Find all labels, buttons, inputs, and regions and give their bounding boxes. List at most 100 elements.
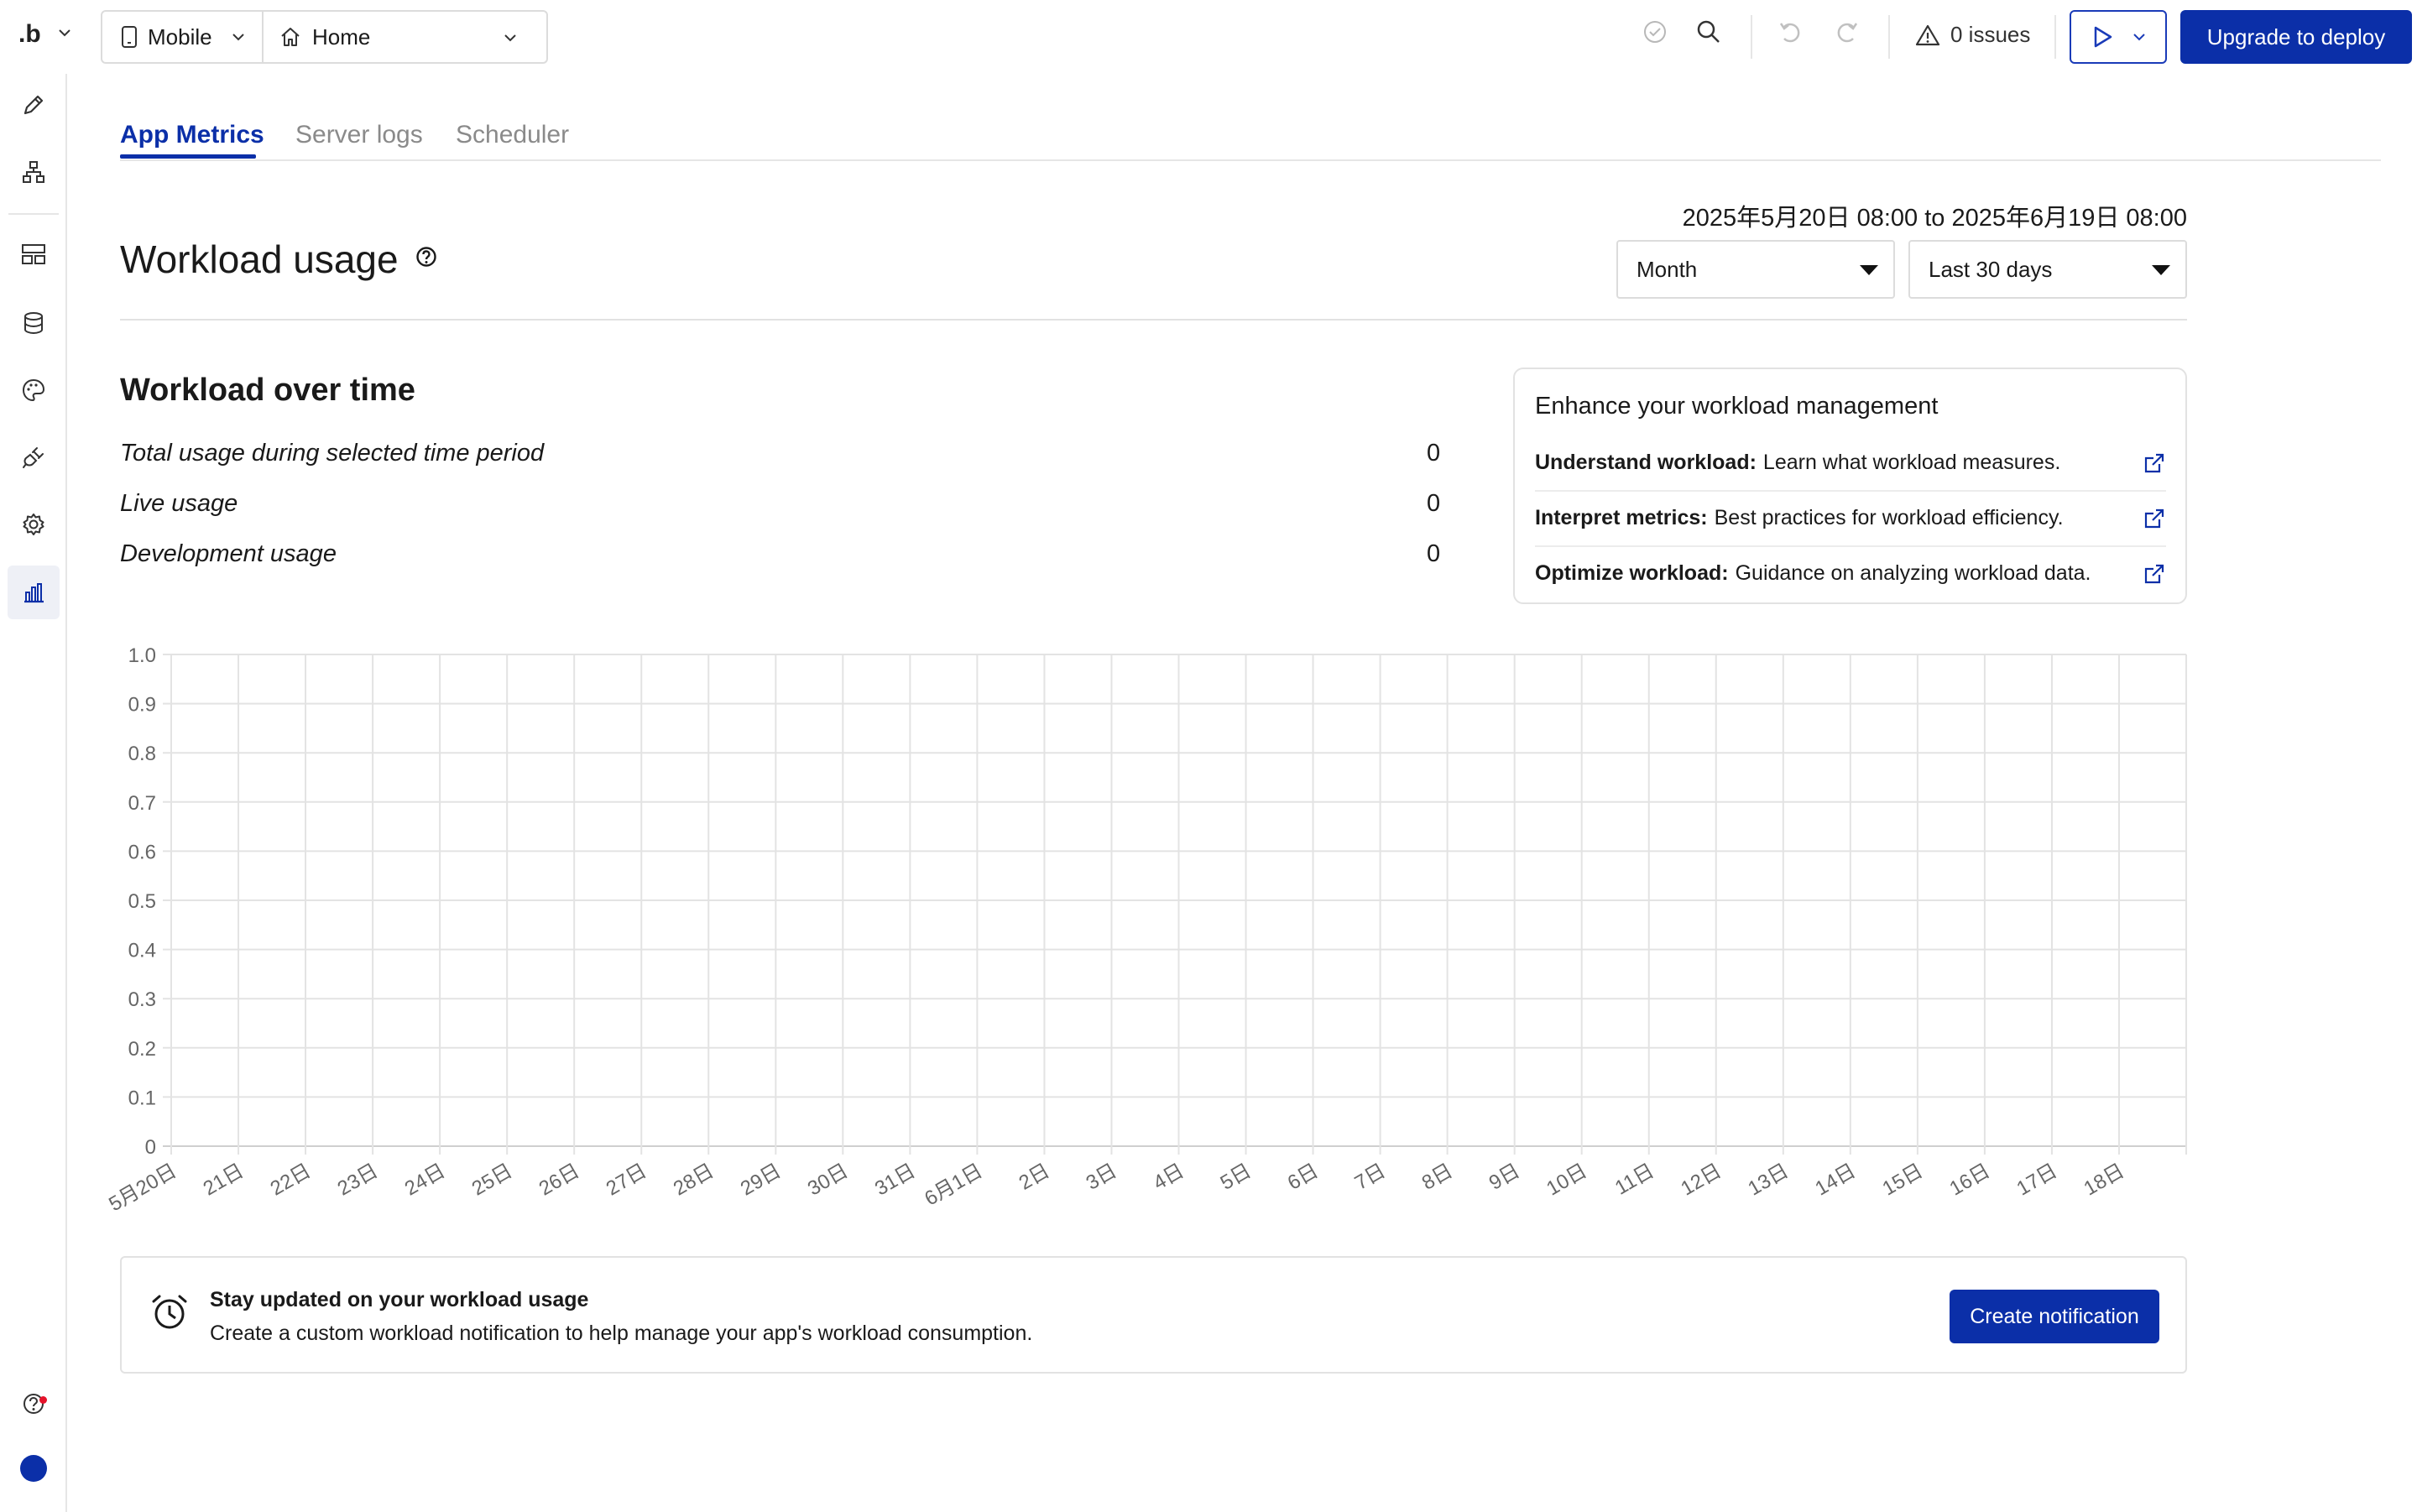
metrics-tabs: App Metrics Server logs Scheduler bbox=[120, 117, 2381, 161]
resource-link-optimize[interactable]: Optimize workload: Guidance on analyzing… bbox=[1535, 545, 2166, 601]
help-circle-icon[interactable] bbox=[415, 245, 438, 273]
external-link-icon[interactable] bbox=[2143, 451, 2166, 481]
link-bold: Interpret metrics: bbox=[1535, 505, 1708, 529]
page-label: Home bbox=[312, 23, 371, 50]
x-tick-label: 8日 bbox=[1418, 1160, 1457, 1195]
y-tick-label: 0.8 bbox=[128, 743, 156, 765]
top-bar: .b Mobile Home 0 issues Upgrade to deplo… bbox=[0, 0, 2417, 74]
pencil-icon[interactable] bbox=[18, 89, 50, 121]
x-tick-label: 27日 bbox=[603, 1160, 650, 1201]
preview-button[interactable] bbox=[2070, 10, 2167, 64]
y-tick-label: 0.7 bbox=[128, 792, 156, 815]
chevron-down-icon bbox=[232, 34, 244, 41]
chevron-down-icon[interactable] bbox=[57, 25, 72, 44]
x-tick-label: 12日 bbox=[1677, 1160, 1725, 1201]
home-icon bbox=[281, 28, 300, 46]
x-tick-label: 13日 bbox=[1744, 1160, 1792, 1201]
x-tick-label: 9日 bbox=[1485, 1160, 1524, 1195]
toolbar-divider bbox=[2054, 15, 2056, 59]
redo-icon[interactable] bbox=[1833, 18, 1860, 50]
x-tick-label: 16日 bbox=[1945, 1160, 1993, 1201]
layout-icon[interactable] bbox=[18, 238, 50, 270]
chevron-down-icon bbox=[504, 34, 516, 42]
link-bold: Understand workload: bbox=[1535, 450, 1757, 474]
external-link-icon[interactable] bbox=[2143, 507, 2166, 536]
plugin-icon[interactable] bbox=[18, 441, 50, 473]
x-tick-label: 23日 bbox=[334, 1160, 382, 1201]
card-title: Enhance your workload management bbox=[1535, 393, 1939, 420]
tab-app-metrics[interactable]: App Metrics bbox=[120, 121, 264, 149]
tab-scheduler[interactable]: Scheduler bbox=[456, 121, 569, 149]
x-tick-label: 3日 bbox=[1083, 1160, 1121, 1195]
x-tick-label: 4日 bbox=[1150, 1160, 1188, 1195]
x-tick-label: 28日 bbox=[670, 1160, 718, 1201]
warning-icon bbox=[1915, 24, 1940, 45]
x-tick-label: 31日 bbox=[871, 1160, 919, 1201]
external-link-icon[interactable] bbox=[2143, 562, 2166, 592]
stat-label-development: Development usage bbox=[120, 540, 337, 567]
x-tick-label: 5日 bbox=[1217, 1160, 1255, 1195]
x-tick-label: 11日 bbox=[1611, 1160, 1658, 1200]
sitemap-icon[interactable] bbox=[18, 156, 50, 188]
alarm-clock-icon bbox=[150, 1293, 189, 1336]
x-tick-label: 25日 bbox=[468, 1160, 516, 1201]
stat-label-total: Total usage during selected time period bbox=[120, 440, 545, 467]
avatar[interactable] bbox=[20, 1455, 47, 1482]
mobile-icon bbox=[122, 26, 137, 48]
page-dropdown[interactable]: Home bbox=[264, 12, 546, 62]
gear-icon[interactable] bbox=[18, 508, 50, 540]
x-tick-label: 24日 bbox=[401, 1160, 449, 1201]
x-tick-label: 18日 bbox=[2080, 1160, 2128, 1201]
upgrade-to-deploy-button[interactable]: Upgrade to deploy bbox=[2180, 10, 2412, 64]
undo-icon[interactable] bbox=[1778, 18, 1804, 50]
help-circle-icon[interactable] bbox=[18, 1388, 50, 1420]
database-icon[interactable] bbox=[18, 307, 50, 339]
app-logo[interactable]: .b bbox=[18, 20, 41, 49]
link-bold: Optimize workload: bbox=[1535, 560, 1729, 585]
granularity-value: Month bbox=[1637, 256, 1698, 282]
notification-dot bbox=[39, 1396, 47, 1404]
tab-server-logs[interactable]: Server logs bbox=[295, 121, 423, 149]
left-sidebar bbox=[0, 74, 67, 1512]
play-icon bbox=[2094, 26, 2112, 48]
toolbar-divider bbox=[1888, 15, 1890, 59]
link-text: Learn what workload measures. bbox=[1762, 450, 2061, 474]
x-tick-label: 30日 bbox=[804, 1160, 852, 1201]
y-tick-label: 0.5 bbox=[128, 890, 156, 913]
header-divider bbox=[120, 319, 2187, 321]
y-tick-label: 0.2 bbox=[128, 1038, 156, 1061]
y-tick-label: 0.9 bbox=[128, 694, 156, 717]
device-label: Mobile bbox=[148, 23, 212, 50]
granularity-dropdown[interactable]: Month bbox=[1616, 240, 1895, 299]
create-notification-button[interactable]: Create notification bbox=[1950, 1290, 2159, 1343]
resource-link-understand[interactable]: Understand workload: Learn what workload… bbox=[1535, 435, 2166, 490]
link-text: Guidance on analyzing workload data. bbox=[1735, 560, 2091, 585]
check-circle-icon[interactable] bbox=[1642, 18, 1668, 50]
x-tick-label: 15日 bbox=[1878, 1160, 1926, 1201]
search-icon[interactable] bbox=[1695, 18, 1722, 50]
page-title: Workload usage bbox=[120, 237, 399, 281]
resources-card: Enhance your workload management Underst… bbox=[1513, 368, 2187, 604]
date-range-label: 2025年5月20日 08:00 to 2025年6月19日 08:00 bbox=[1682, 205, 2187, 232]
page-selector: Mobile Home bbox=[101, 10, 548, 64]
toolbar-divider bbox=[1751, 15, 1752, 59]
issues-indicator[interactable]: 0 issues bbox=[1915, 22, 2030, 48]
bar-chart-icon[interactable] bbox=[18, 576, 50, 608]
y-tick-label: 0.6 bbox=[128, 841, 156, 863]
sidebar-divider bbox=[8, 213, 59, 215]
resource-link-interpret[interactable]: Interpret metrics: Best practices for wo… bbox=[1535, 490, 2166, 545]
x-tick-label: 14日 bbox=[1811, 1160, 1859, 1201]
x-tick-label: 5月20日 bbox=[105, 1160, 180, 1216]
active-tab-indicator bbox=[120, 154, 256, 159]
notification-banner: Stay updated on your workload usage Crea… bbox=[120, 1256, 2187, 1374]
period-dropdown[interactable]: Last 30 days bbox=[1908, 240, 2187, 299]
caret-down-icon bbox=[1860, 265, 1878, 275]
x-tick-label: 17日 bbox=[2013, 1160, 2061, 1201]
stat-value-live: 0 bbox=[1427, 490, 1441, 517]
x-tick-label: 10日 bbox=[1543, 1160, 1590, 1201]
x-tick-label: 26日 bbox=[535, 1160, 583, 1201]
x-tick-label: 29日 bbox=[737, 1160, 785, 1201]
palette-icon[interactable] bbox=[18, 374, 50, 406]
y-tick-label: 0 bbox=[145, 1136, 156, 1159]
device-dropdown[interactable]: Mobile bbox=[102, 12, 264, 62]
